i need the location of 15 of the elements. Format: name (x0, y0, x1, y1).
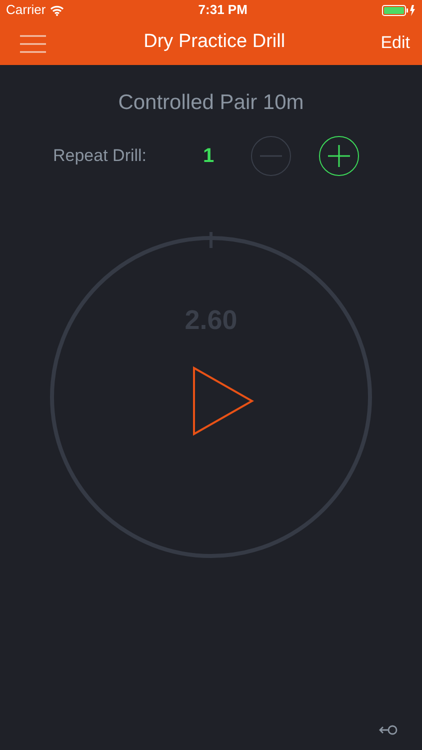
drill-name: Controlled Pair 10m (117, 90, 305, 116)
play-button[interactable] (193, 366, 254, 436)
minus-icon (259, 154, 283, 156)
plus-icon (327, 144, 351, 168)
carrier-name: Carrier (6, 1, 46, 20)
screen-title: Dry Practice Drill (144, 30, 286, 54)
wifi-icon (50, 4, 64, 16)
battery-icon (382, 4, 416, 16)
repeat-count: 1 (203, 144, 216, 168)
menu-button[interactable] (18, 32, 48, 52)
repeat-label: Repeat Drill: (53, 144, 148, 167)
back-icon[interactable] (378, 724, 398, 736)
edit-button[interactable]: Edit (380, 30, 410, 56)
increase-button[interactable] (319, 136, 359, 176)
status-time: 7:31 PM (198, 1, 248, 20)
